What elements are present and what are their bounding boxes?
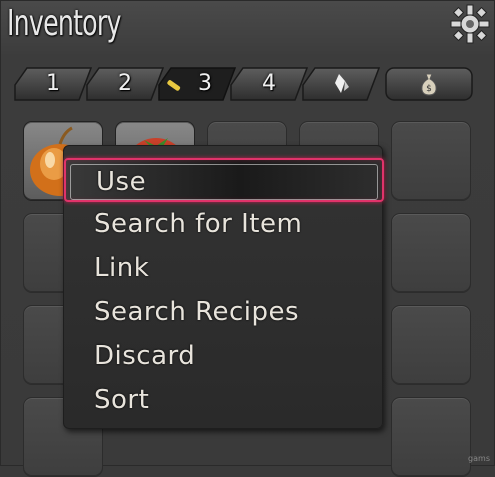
tab-1[interactable]: 1 (13, 67, 93, 101)
tab-2-label: 2 (118, 71, 132, 96)
tab-4[interactable]: 4 (229, 67, 309, 101)
tab-4-label: 4 (262, 71, 276, 96)
tab-crystals[interactable] (301, 67, 381, 101)
menu-item-link[interactable]: Link (64, 246, 384, 290)
tab-3-label: 3 (198, 71, 212, 96)
inventory-slot[interactable] (391, 213, 471, 293)
menu-item-use[interactable]: Use (64, 158, 384, 202)
window-title: Inventory (7, 3, 121, 44)
inventory-slot[interactable] (391, 397, 471, 477)
menu-item-search-for-item[interactable]: Search for Item (64, 202, 384, 246)
tab-2[interactable]: 2 (85, 67, 165, 101)
menu-item-search-recipes[interactable]: Search Recipes (64, 290, 384, 334)
inventory-tabs: 1 2 3 4 $ (13, 67, 493, 103)
inventory-slot[interactable] (391, 305, 471, 385)
inventory-window: Inventory 1 2 3 4 $ Use Search for Item … (0, 0, 495, 477)
tab-1-label: 1 (46, 71, 60, 96)
menu-item-discard[interactable]: Discard (64, 334, 384, 378)
menu-item-sort[interactable]: Sort (64, 378, 384, 422)
settings-gear-icon[interactable] (449, 3, 491, 45)
svg-text:$: $ (426, 84, 432, 94)
watermark: gams (468, 454, 490, 463)
inventory-slot[interactable] (391, 121, 471, 201)
item-context-menu: Use Search for Item Link Search Recipes … (63, 145, 384, 429)
tab-3[interactable]: 3 (157, 67, 237, 101)
tab-currency[interactable]: $ (385, 67, 473, 101)
